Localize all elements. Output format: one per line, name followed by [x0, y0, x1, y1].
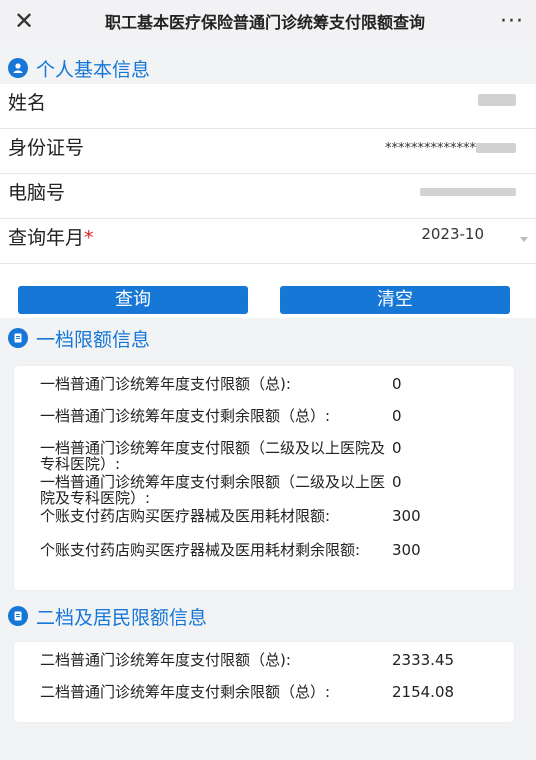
list-item: 个账支付药店购买医疗器械及医用耗材限额: 300 [40, 507, 421, 525]
query-month-value[interactable]: 2023-10 [421, 225, 484, 243]
query-month-label: 查询年月* [8, 227, 94, 249]
list-item: 一档普通门诊统筹年度支付剩余限额（二级及以上医院及专科医院）: 0 [40, 473, 402, 507]
tier1-card: 一档普通门诊统筹年度支付限额（总): 0 一档普通门诊统筹年度支付剩余限额（总）… [14, 366, 514, 590]
dropdown-arrow-icon[interactable] [520, 237, 528, 242]
list-item: 二档普通门诊统筹年度支付剩余限额（总）: 2154.08 [40, 683, 455, 701]
section-title: 二档及居民限额信息 [36, 606, 208, 629]
clear-button[interactable]: 清空 [280, 286, 510, 314]
query-month-row[interactable]: 查询年月* 2023-10 [0, 219, 536, 264]
id-row: 身份证号 ************** [0, 129, 536, 174]
close-icon[interactable]: ✕ [0, 0, 48, 42]
name-label: 姓名 [8, 92, 47, 114]
list-item: 个账支付药店购买医疗器械及医用耗材剩余限额: 300 [40, 541, 421, 559]
list-item: 一档普通门诊统筹年度支付限额（二级及以上医院及专科医院）: 0 [40, 439, 402, 473]
personal-form: 姓名 身份证号 ************** 电脑号 查询年月* 2023-10 [0, 84, 536, 264]
section-title: 一档限额信息 [36, 328, 151, 351]
list-item: 一档普通门诊统筹年度支付限额（总): 0 [40, 375, 402, 393]
computer-no-masked [420, 188, 516, 196]
name-value-masked [478, 94, 516, 106]
computer-no-label: 电脑号 [8, 182, 66, 204]
name-row: 姓名 [0, 84, 536, 129]
section-personal-info: 个人基本信息 [0, 52, 536, 84]
top-bar: ✕ 职工基本医疗保险普通门诊统筹支付限额查询 ··· [0, 0, 536, 42]
document-icon [8, 606, 28, 626]
tier2-card: 二档普通门诊统筹年度支付限额（总): 2333.45 二档普通门诊统筹年度支付剩… [14, 642, 514, 722]
computer-no-row: 电脑号 [0, 174, 536, 219]
page-title: 职工基本医疗保险普通门诊统筹支付限额查询 [104, 13, 425, 32]
query-button[interactable]: 查询 [18, 286, 248, 314]
more-icon[interactable]: ··· [488, 9, 536, 34]
section-tier2: 二档及居民限额信息 [0, 600, 536, 632]
id-label: 身份证号 [8, 137, 85, 159]
id-value: ************** [385, 141, 476, 156]
list-item: 一档普通门诊统筹年度支付剩余限额（总）: 0 [40, 407, 402, 425]
section-tier1: 一档限额信息 [0, 322, 536, 354]
required-mark: * [84, 227, 94, 249]
list-item: 二档普通门诊统筹年度支付限额（总): 2333.45 [40, 651, 455, 669]
document-icon [8, 328, 28, 348]
user-circle-icon [8, 58, 28, 78]
id-value-masked [476, 143, 516, 153]
button-bar: 查询 清空 [0, 264, 536, 318]
section-title: 个人基本信息 [36, 58, 151, 81]
